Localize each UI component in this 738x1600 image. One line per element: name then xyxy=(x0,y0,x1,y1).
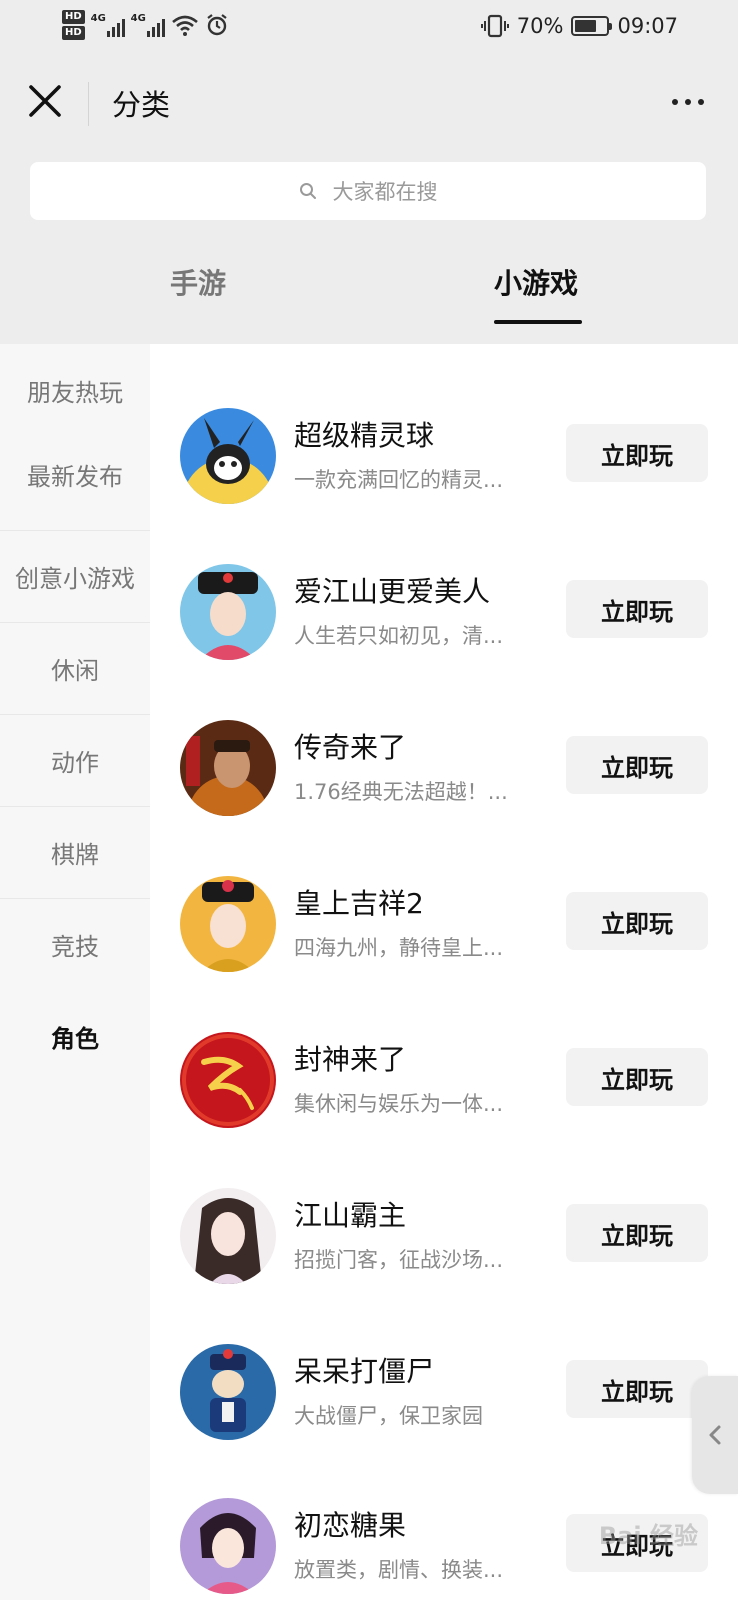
game-name: 呆呆打僵尸 xyxy=(294,1355,435,1388)
battery-percent: 70% xyxy=(516,14,564,38)
play-button[interactable]: 立即玩 xyxy=(566,1048,708,1106)
close-button[interactable] xyxy=(22,78,68,124)
game-desc: 大战僵尸，保卫家园 xyxy=(294,1404,483,1428)
game-list-item[interactable]: 呆呆打僵尸 大战僵尸，保卫家园 立即玩 xyxy=(150,1344,738,1502)
search-placeholder: 大家都在搜 xyxy=(332,180,438,204)
vibrate-icon xyxy=(480,14,509,38)
game-desc: 放置类，剧情、换装... xyxy=(294,1558,504,1582)
status-right: 70% 09:07 xyxy=(480,14,678,38)
category-sidebar: 朋友热玩 最新发布 创意小游戏 休闲 动作 棋牌 竞技 角色 xyxy=(0,344,150,1600)
game-list-item[interactable]: 爱江山更爱美人 人生若只如初见，清... 立即玩 xyxy=(150,564,738,722)
watermark: Bai 经验 xyxy=(598,1522,698,1550)
game-desc: 1.76经典无法超越！... xyxy=(294,780,508,804)
net1-label: 4G xyxy=(90,13,106,24)
sidebar-item-competitive[interactable]: 竞技 xyxy=(0,898,150,990)
sidebar-item-role[interactable]: 角色 xyxy=(0,990,150,1082)
chevron-left-icon xyxy=(709,1425,721,1445)
sidebar-item-newest[interactable]: 最新发布 xyxy=(0,428,150,520)
signal-1-icon: 4G xyxy=(91,13,125,37)
hd-indicators: HD HD xyxy=(62,10,85,40)
signal-2-icon: 4G xyxy=(131,13,165,37)
game-list-item[interactable]: 江山霸主 招揽门客，征战沙场... 立即玩 xyxy=(150,1188,738,1346)
warrior-portrait-icon xyxy=(180,720,276,816)
search-input[interactable]: 大家都在搜 xyxy=(30,162,706,220)
more-dot-icon xyxy=(685,99,691,105)
empress-portrait-icon xyxy=(180,876,276,972)
game-desc: 一款充满回忆的精灵... xyxy=(294,468,504,492)
zombie-character-icon xyxy=(180,1344,276,1440)
play-button[interactable]: 立即玩 xyxy=(566,892,708,950)
hd1-badge: HD xyxy=(62,10,85,24)
play-button[interactable]: 立即玩 xyxy=(566,1360,708,1418)
game-desc: 招揽门客，征战沙场... xyxy=(294,1248,504,1272)
search-icon xyxy=(299,183,316,199)
qing-lady-icon xyxy=(180,564,276,660)
side-drawer-handle[interactable] xyxy=(692,1376,738,1494)
category-content: 朋友热玩 最新发布 创意小游戏 休闲 动作 棋牌 竞技 角色 超级精灵球 一款充… xyxy=(0,344,738,1600)
game-name: 封神来了 xyxy=(294,1043,407,1076)
more-dot-icon xyxy=(672,99,678,105)
tab-mobile-games[interactable]: 手游 xyxy=(170,262,226,302)
game-desc: 人生若只如初见，清... xyxy=(294,624,504,648)
game-name: 皇上吉祥2 xyxy=(294,887,424,920)
game-name: 初恋糖果 xyxy=(294,1509,407,1542)
battery-icon xyxy=(571,16,613,36)
game-name: 超级精灵球 xyxy=(294,419,435,452)
sidebar-item-creative[interactable]: 创意小游戏 xyxy=(0,530,150,622)
lady-portrait-icon xyxy=(180,1188,276,1284)
status-time: 09:07 xyxy=(617,14,678,38)
game-desc: 四海九州，静待皇上... xyxy=(294,936,504,960)
page-title: 分类 xyxy=(112,88,171,122)
sidebar-item-casual[interactable]: 休闲 xyxy=(0,622,150,714)
anime-girl-icon xyxy=(180,1498,276,1594)
sidebar-item-board[interactable]: 棋牌 xyxy=(0,806,150,898)
status-bar: HD HD 4G 4G 70% 09:07 xyxy=(0,0,738,58)
play-button[interactable]: 立即玩 xyxy=(566,424,708,482)
game-name: 江山霸主 xyxy=(294,1199,407,1232)
game-desc: 集休闲与娱乐为一体... xyxy=(294,1092,504,1116)
nav-divider xyxy=(88,82,89,126)
game-name: 爱江山更爱美人 xyxy=(294,575,491,608)
more-dot-icon xyxy=(698,99,704,105)
tab-mini-games[interactable]: 小游戏 xyxy=(494,262,578,302)
sidebar-item-action[interactable]: 动作 xyxy=(0,714,150,806)
game-name: 传奇来了 xyxy=(294,731,407,764)
fengshen-logo-icon xyxy=(180,1032,276,1128)
game-list-item[interactable]: 封神来了 集休闲与娱乐为一体... 立即玩 xyxy=(150,1032,738,1190)
alarm-icon xyxy=(207,14,227,36)
active-tab-indicator xyxy=(494,320,582,324)
net2-label: 4G xyxy=(130,13,146,24)
status-left: HD HD 4G 4G xyxy=(62,10,229,40)
wifi-icon xyxy=(171,15,198,36)
close-icon xyxy=(29,85,61,117)
play-button[interactable]: 立即玩 xyxy=(566,736,708,794)
more-button[interactable] xyxy=(668,88,708,116)
game-list-item[interactable]: 皇上吉祥2 四海九州，静待皇上... 立即玩 xyxy=(150,876,738,1034)
nav-bar: 分类 xyxy=(0,58,738,146)
sidebar-item-friends-hot[interactable]: 朋友热玩 xyxy=(0,344,150,436)
hd2-badge: HD xyxy=(62,26,85,40)
game-list-item[interactable]: 超级精灵球 一款充满回忆的精灵... 立即玩 xyxy=(150,408,738,566)
rabbit-mascot-icon xyxy=(180,408,276,504)
play-button[interactable]: 立即玩 xyxy=(566,580,708,638)
game-list-item[interactable]: 传奇来了 1.76经典无法超越！... 立即玩 xyxy=(150,720,738,878)
play-button[interactable]: 立即玩 xyxy=(566,1204,708,1262)
